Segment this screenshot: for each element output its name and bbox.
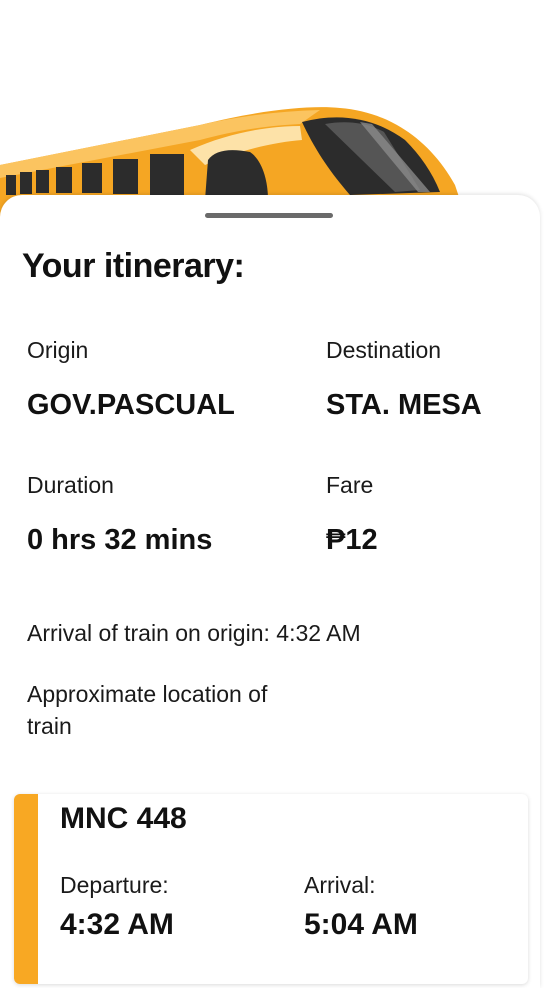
- fare-value: ₱12: [326, 524, 378, 556]
- origin-value: GOV.PASCUAL: [27, 389, 235, 421]
- departure-label: Departure:: [60, 872, 169, 898]
- destination-value: STA. MESA: [326, 389, 482, 421]
- train-name: MNC 448: [60, 802, 187, 835]
- arrival-label: Arrival:: [304, 872, 376, 898]
- train-card-accent: [14, 794, 38, 984]
- itinerary-sheet: Your itinerary: Origin GOV.PASCUAL Desti…: [0, 195, 540, 988]
- duration-value: 0 hrs 32 mins: [27, 524, 213, 556]
- approximate-location-label: Approximate location of train: [27, 681, 268, 739]
- arrival-time: 5:04 AM: [304, 908, 418, 941]
- departure-time: 4:32 AM: [60, 908, 174, 941]
- train-card[interactable]: MNC 448 Departure: 4:32 AM Arrival: 5:04…: [14, 794, 528, 984]
- drag-handle[interactable]: [205, 213, 333, 218]
- itinerary-title: Your itinerary:: [22, 247, 245, 285]
- duration-label: Duration: [27, 472, 114, 498]
- destination-label: Destination: [326, 337, 442, 363]
- origin-label: Origin: [27, 337, 89, 363]
- fare-label: Fare: [326, 472, 374, 498]
- origin-arrival-text: Arrival of train on origin: 4:32 AM: [27, 620, 361, 646]
